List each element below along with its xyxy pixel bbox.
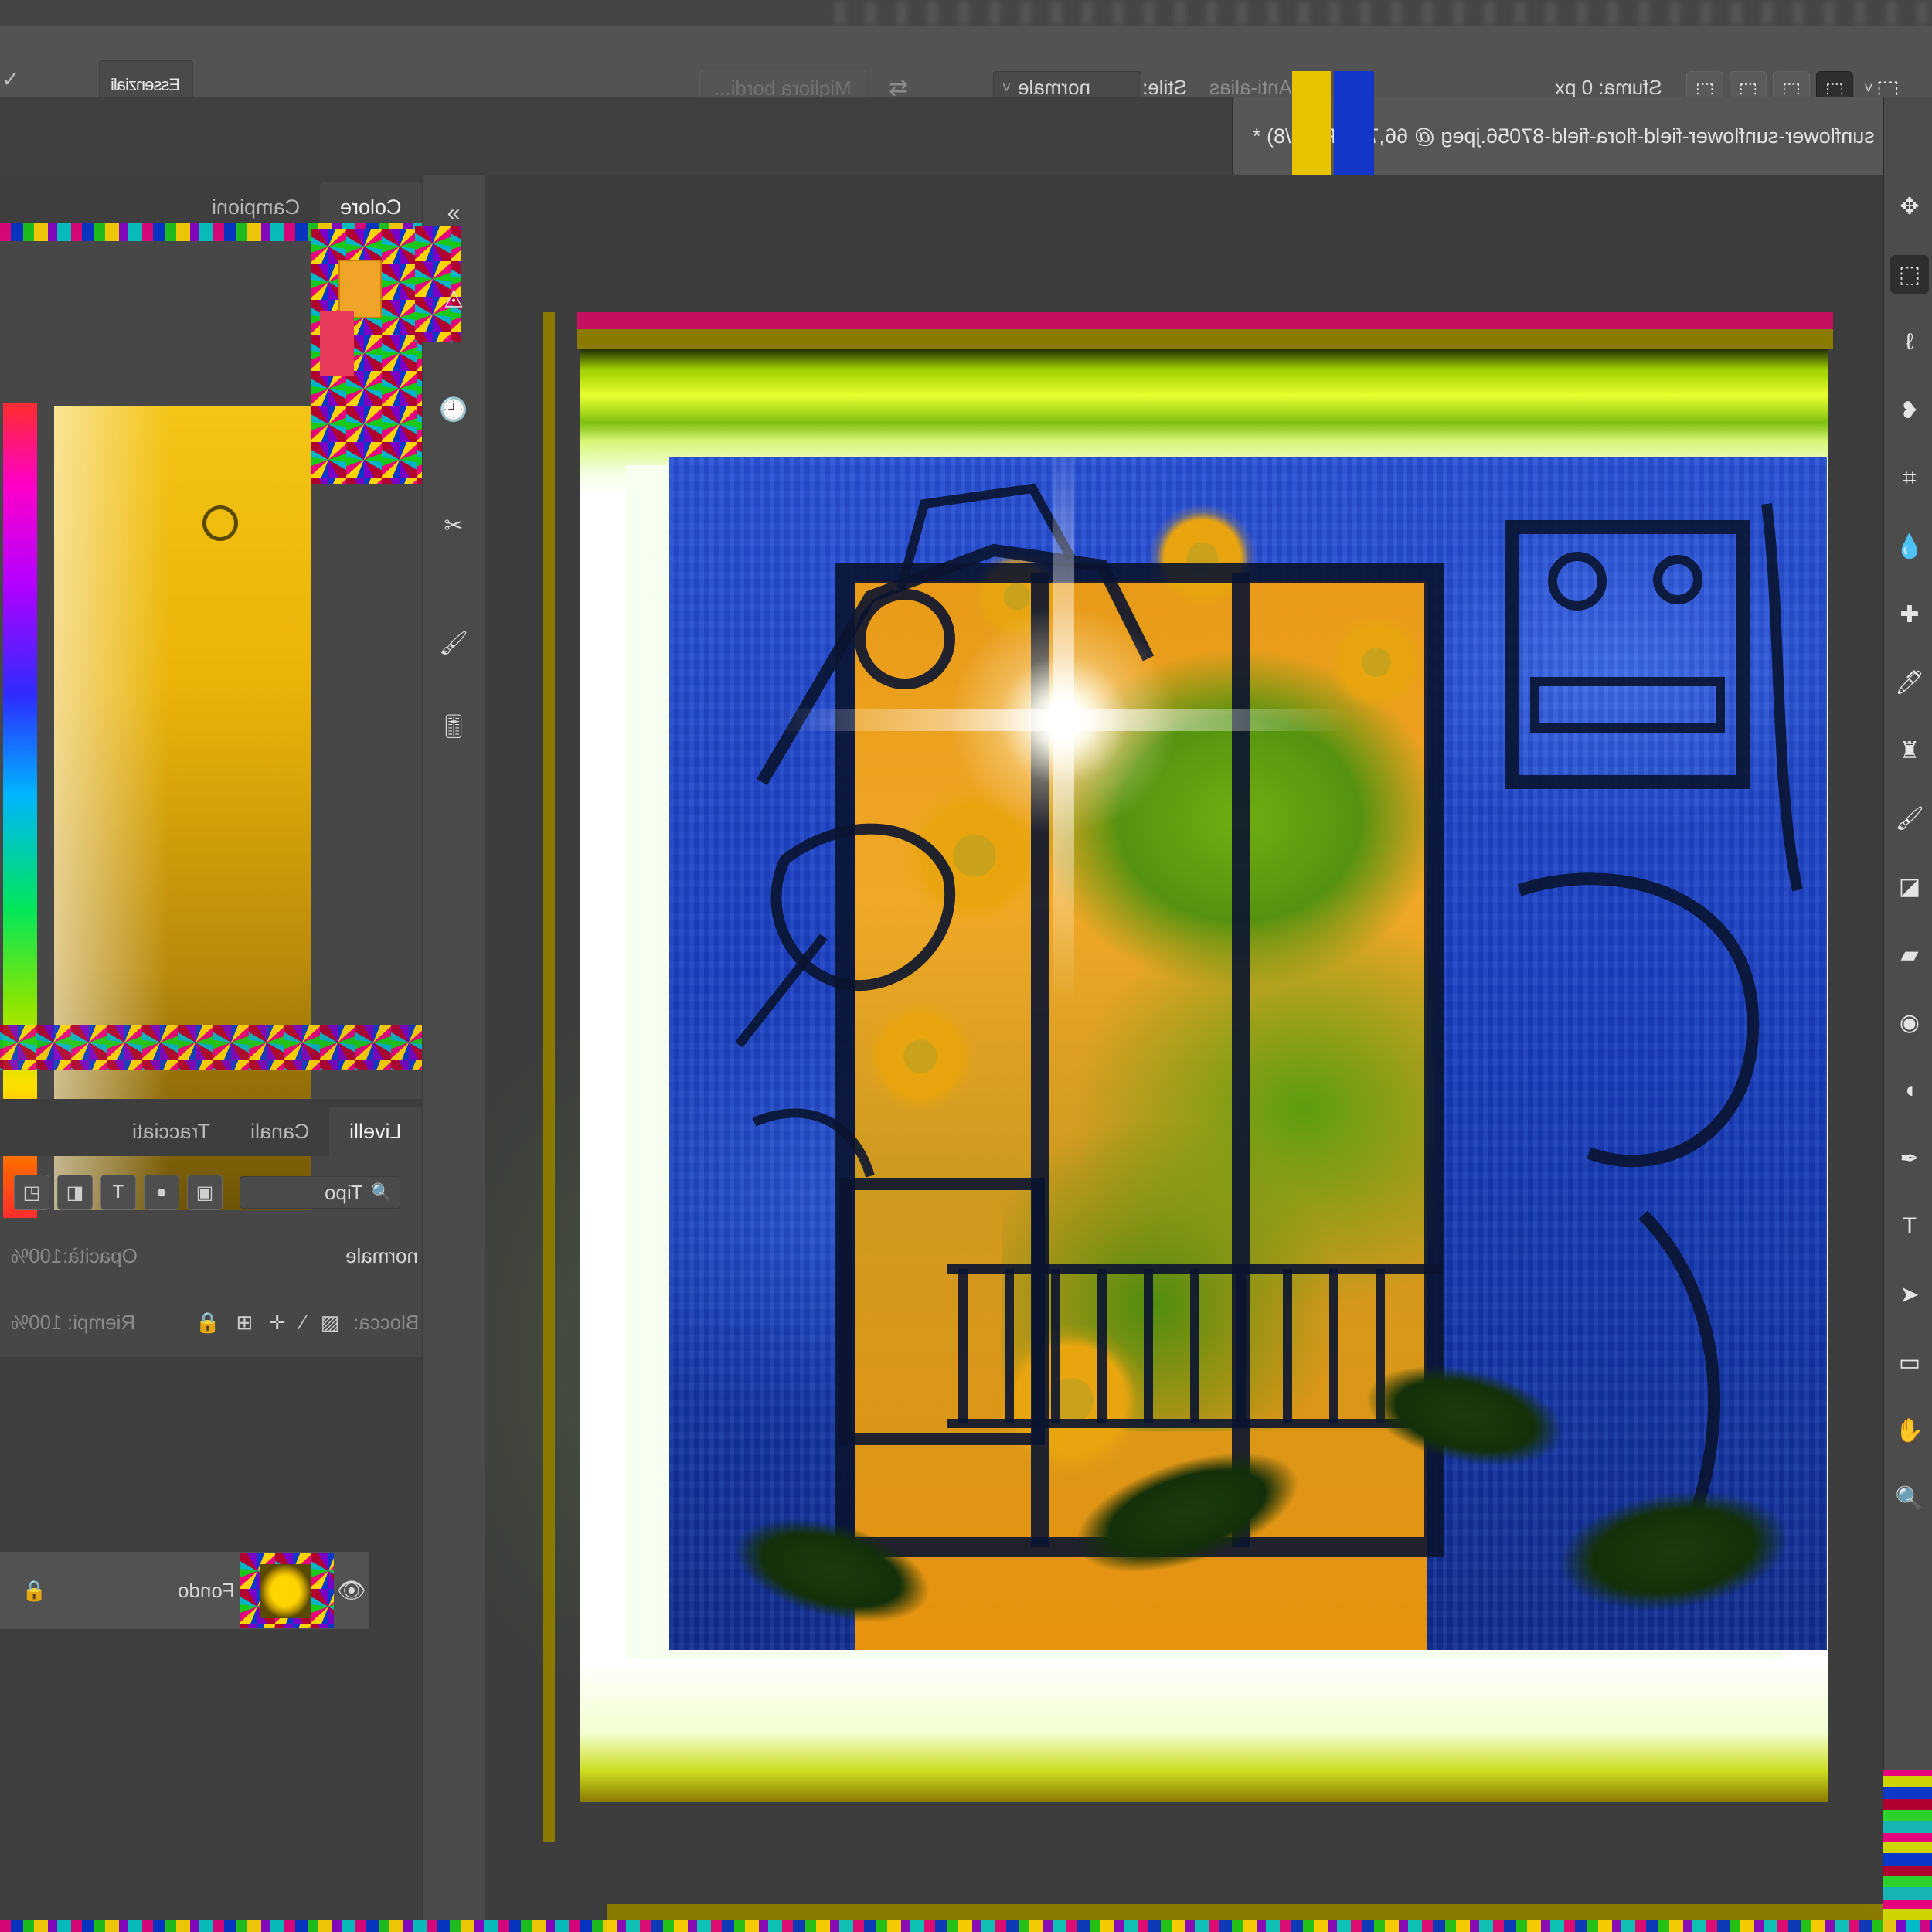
glitch-block-blue (1334, 71, 1374, 189)
layer-lock-badge-icon: 🔒 (22, 1579, 46, 1603)
dodge-tool[interactable]: ◖ (1890, 1071, 1929, 1110)
tab-canali[interactable]: Canali (230, 1107, 330, 1156)
clone-stamp-tool[interactable]: ♜ (1890, 731, 1929, 770)
canvas-area[interactable] (485, 175, 1883, 1932)
blend-mode-select[interactable]: normale ˅ (345, 1244, 433, 1268)
history-brush-tool[interactable]: 🖌 (1890, 799, 1929, 838)
lock-artboard-icon[interactable]: ⊞ (236, 1311, 253, 1334)
opacity-label: Opacità: (63, 1244, 138, 1268)
foreground-color-swatch[interactable] (338, 260, 382, 318)
styles-icon[interactable]: ✂ (434, 505, 474, 546)
adjustments-icon[interactable]: 🎚 (434, 706, 474, 747)
fill-label: Riempi: (67, 1311, 135, 1335)
menu-bar-text-blur (835, 2, 1932, 25)
glitch-strip-bottom (0, 1025, 422, 1070)
eyedropper-tool[interactable]: 💧 (1890, 527, 1929, 566)
blend-opacity-row: 100% Opacità: normale ˅ (0, 1230, 444, 1281)
filter-adjustment-icon[interactable]: ◨ (57, 1175, 93, 1210)
glitch-line-olive-left (543, 312, 555, 1842)
move-tool[interactable]: ✥ (1890, 187, 1929, 226)
glitch-line-crimson (577, 312, 1833, 329)
lock-transparency-icon[interactable]: ▨ (321, 1311, 340, 1334)
opacity-value[interactable]: 100% (11, 1244, 63, 1268)
zoom-tool[interactable]: 🔍 (1890, 1479, 1929, 1518)
brush-settings-icon[interactable]: 🖌 (434, 623, 474, 663)
saturation-brightness-field[interactable] (54, 406, 311, 1210)
collapsed-panel-dock: « ◬ 🕘 ✂ 🖌 🎚 (422, 175, 485, 1932)
lasso-tool[interactable]: ℓ (1890, 323, 1929, 362)
layer-row-fondo[interactable]: 🔒 Fondo 👁 (0, 1552, 369, 1629)
brush-tool[interactable]: 🖊 (1890, 663, 1929, 702)
filter-effect-icon[interactable]: ● (144, 1175, 179, 1210)
hue-slider[interactable] (3, 403, 37, 1218)
glitch-line-olive (577, 329, 1833, 349)
lock-label: Blocca: (353, 1311, 419, 1335)
artwork-image (669, 457, 1827, 1650)
eraser-tool[interactable]: ◪ (1890, 867, 1929, 906)
lock-paint-icon[interactable]: ∕ (301, 1311, 304, 1334)
lock-buttons: 🔒 ⊞ ✛ ∕ ▨ (189, 1311, 346, 1335)
layer-thumbnail[interactable] (240, 1553, 334, 1628)
type-tool[interactable]: T (1890, 1207, 1929, 1246)
crop-tool[interactable]: ⌗ (1890, 459, 1929, 498)
shape-tool[interactable]: ▭ (1890, 1343, 1929, 1382)
workspace-label: Essenziali (111, 75, 180, 95)
style-label: Stile: (1142, 76, 1187, 100)
commit-check-icon[interactable]: ✓ (2, 66, 19, 92)
history-icon[interactable]: 🕘 (434, 389, 474, 430)
search-icon: 🔍 (371, 1182, 392, 1202)
quick-selection-tool[interactable]: ❥ (1890, 391, 1929, 430)
gradient-tool[interactable]: ▰ (1890, 935, 1929, 974)
layer-name: Fondo (178, 1579, 235, 1603)
color-picker-marker[interactable] (202, 505, 238, 541)
lock-fill-row: 100% Riempi: 🔒 ⊞ ✛ ∕ ▨ Blocca: (0, 1297, 444, 1348)
properties-icon[interactable]: ◬ (434, 277, 474, 317)
glitch-corner (1883, 1770, 1932, 1932)
filter-kind-select[interactable]: Tipo 🔍 (240, 1176, 400, 1209)
filter-smart-object-icon[interactable]: ◳ (14, 1175, 49, 1210)
tab-livelli[interactable]: Livelli (329, 1107, 422, 1156)
lock-all-icon[interactable]: 🔒 (196, 1311, 220, 1334)
lock-position-icon[interactable]: ✛ (269, 1311, 286, 1334)
hand-tool[interactable]: ✋ (1890, 1411, 1929, 1450)
menu-bar (0, 0, 1932, 27)
tab-tracciati[interactable]: Tracciati (112, 1107, 230, 1156)
pen-tool[interactable]: ✒ (1890, 1139, 1929, 1178)
glitch-strip-bottom-edge (0, 1920, 1932, 1932)
options-bar: ✓ Essenziali Migliora bordi... ⇄ ˅ norma… (0, 26, 1932, 98)
healing-brush-tool[interactable]: ✚ (1890, 595, 1929, 634)
layers-panel-tabs: Tracciati Canali Livelli (0, 1099, 422, 1156)
filter-pixel-icon[interactable]: ▣ (187, 1175, 223, 1210)
artwork-frame (577, 312, 1833, 1932)
feather-field[interactable]: Sfuma: 0 px (1555, 76, 1662, 100)
layer-visibility-eye-icon[interactable]: 👁 (337, 1577, 366, 1604)
photoshop-window: { "app": { "workspace_label": "Essenzial… (0, 0, 1932, 1932)
filter-type-icon[interactable]: T (100, 1175, 136, 1210)
path-select-tool[interactable]: ➤ (1890, 1275, 1929, 1314)
toolbox: ✥ ⬚ ℓ ❥ ⌗ 💧 ✚ 🖊 ♜ 🖌 ◪ ▰ ◉ ◖ ✒ T ➤ ▭ ✋ 🔍 (1883, 97, 1932, 1932)
glitch-block-yellow (1292, 71, 1331, 179)
marquee-tool[interactable]: ⬚ (1890, 255, 1929, 294)
layer-filter-row: ◳ ◨ T ● ▣ Tipo 🔍 (0, 1165, 436, 1219)
left-dock: Campioni Colore Tracciati Canali Livelli… (0, 175, 422, 1932)
fill-value[interactable]: 100% (11, 1311, 63, 1335)
layer-list (0, 1357, 422, 1932)
background-color-swatch[interactable] (320, 311, 354, 376)
lens-flare (901, 558, 1226, 883)
blur-tool[interactable]: ◉ (1890, 1003, 1929, 1042)
